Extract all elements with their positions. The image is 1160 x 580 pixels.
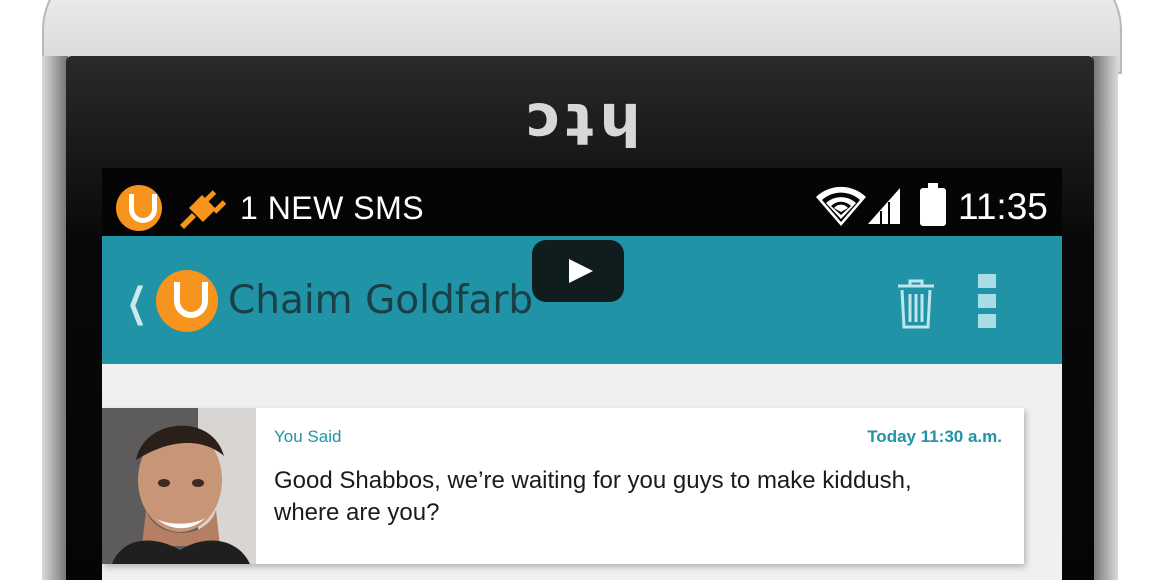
person-photo: [102, 408, 256, 564]
message-label: You Said: [274, 427, 342, 446]
message-body: Good Shabbos, we’re waiting for you guys…: [274, 467, 912, 526]
sender-photo: [102, 408, 256, 564]
message-card[interactable]: You Said Today 11:30 a.m. Good Shabbos, …: [102, 408, 1024, 564]
brand-logo: htc: [519, 90, 641, 158]
message-timestamp: Today 11:30 a.m.: [867, 427, 1002, 446]
phone-mockup: htc 1 NEW SMS 11:35 ❮ Chaim Goldfarb You…: [0, 0, 1160, 580]
message-area: You Said Today 11:30 a.m. Good Shabbos, …: [102, 168, 1062, 580]
